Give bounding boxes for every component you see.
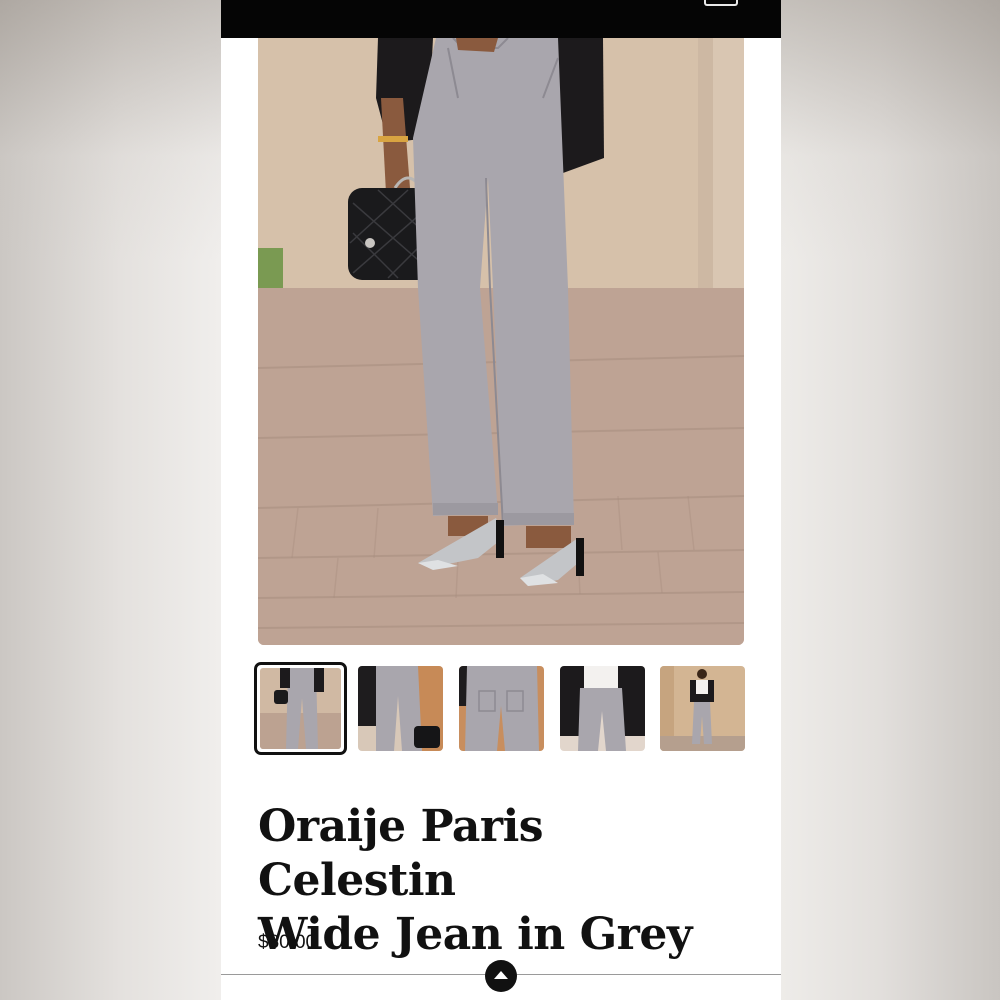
thumbnail-4[interactable] — [560, 666, 645, 751]
thumbnail-3[interactable] — [459, 666, 544, 751]
thumbnail-5[interactable] — [660, 666, 745, 751]
thumbnail-strip — [254, 662, 749, 755]
product-page: Oraije Paris Celestin Wide Jean in Grey … — [221, 0, 781, 1000]
main-product-image[interactable] — [258, 38, 744, 645]
scroll-to-top-button[interactable] — [485, 960, 517, 992]
menu-icon[interactable] — [704, 0, 738, 6]
thumbnail-2[interactable] — [358, 666, 443, 751]
product-title-line-1: Oraije Paris Celestin — [258, 801, 544, 906]
product-title: Oraije Paris Celestin Wide Jean in Grey — [258, 800, 748, 962]
top-bar — [221, 0, 781, 38]
product-title-line-2: Wide Jean in Grey — [258, 909, 692, 960]
chevron-up-icon — [494, 971, 508, 979]
thumbnail-1[interactable] — [254, 662, 347, 755]
product-price: $80.00 — [258, 932, 317, 953]
